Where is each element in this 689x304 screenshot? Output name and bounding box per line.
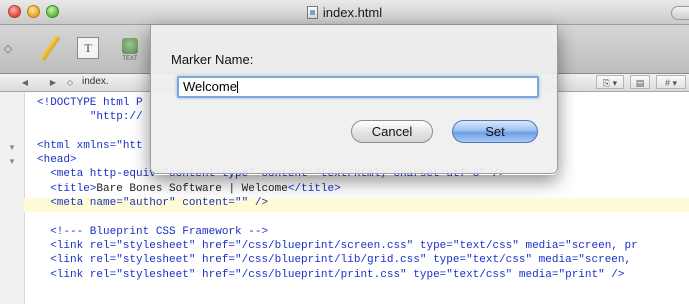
pencil-icon — [39, 34, 61, 62]
code-line[interactable]: <link rel="stylesheet" href="/css/bluepr… — [37, 239, 638, 253]
editor-window: index.html ◇ T TEXT ◀ ▶ ◇ index. ⎘ ▾ ▤ #… — [0, 0, 689, 304]
code-line[interactable] — [37, 210, 638, 224]
function-menu-button[interactable]: # ▾ — [656, 75, 686, 89]
text-format-icon: T — [77, 37, 99, 59]
text-cursor — [236, 81, 238, 93]
code-token: <meta name="author" content="" /> — [50, 197, 269, 210]
code-line[interactable]: <meta name="author" content="" /> — [37, 196, 638, 210]
code-token: <link rel="stylesheet" href="/css/bluepr… — [50, 268, 625, 281]
code-line[interactable]: <link rel="stylesheet" href="/css/bluepr… — [37, 268, 638, 282]
clipping-image-icon — [122, 38, 138, 54]
editor-gutter: ▼ ▼ — [0, 92, 25, 304]
document-icon — [306, 5, 318, 19]
marker-name-dialog: Marker Name: Welcome Cancel Set — [150, 25, 558, 174]
marker-name-input[interactable]: Welcome — [177, 76, 539, 98]
back-arrow-icon: ◀ — [21, 78, 29, 87]
diamond-icon: ◇ — [3, 42, 13, 55]
code-token: <link rel="stylesheet" href="/css/bluepr… — [50, 239, 638, 252]
code-token: <!--- Blueprint CSS Framework --> — [50, 225, 269, 238]
cancel-button[interactable]: Cancel — [351, 120, 433, 143]
toolbar-overflow-icon[interactable]: ◇ — [0, 33, 16, 63]
marker-name-value: Welcome — [183, 79, 237, 94]
back-button[interactable]: ◀ — [18, 76, 32, 89]
code-token: <title> — [50, 182, 97, 195]
counterpart-icon: ⎘ ▾ — [602, 78, 618, 88]
text-format-label: T — [84, 40, 92, 55]
pencil-tool-button[interactable] — [36, 33, 64, 63]
code-token: <link rel="stylesheet" href="/css/bluepr… — [50, 254, 632, 267]
toolbar-toggle-button[interactable] — [671, 6, 689, 20]
hash-icon: # ▾ — [664, 78, 678, 88]
forward-arrow-icon: ▶ — [49, 78, 57, 87]
code-token: <html xmlns="htt — [37, 139, 143, 152]
title-bar: index.html — [0, 0, 689, 25]
document-path-label[interactable]: index. — [82, 76, 109, 87]
split-view-icon: ▤ — [635, 78, 645, 88]
diamond-icon: ◇ — [66, 78, 74, 87]
code-token: Bare Bones Software | Welcome — [96, 182, 288, 195]
marker-name-label: Marker Name: — [171, 52, 254, 67]
code-token: "http:// — [89, 111, 143, 124]
set-button[interactable]: Set — [452, 120, 538, 143]
counterpart-menu-button[interactable]: ⎘ ▾ — [596, 75, 624, 89]
window-title: index.html — [322, 4, 383, 20]
split-view-button[interactable]: ▤ — [630, 75, 650, 89]
fold-arrow-icon[interactable]: ▼ — [8, 143, 16, 152]
fold-arrow-icon[interactable]: ▼ — [8, 157, 16, 166]
text-clipping-icon: TEXT — [119, 34, 141, 62]
text-tool-button[interactable]: T — [74, 33, 102, 63]
text-clipping-button[interactable]: TEXT — [116, 33, 144, 63]
code-token: <!DOCTYPE html P — [37, 97, 143, 109]
window-title-area: index.html — [0, 0, 689, 24]
forward-button[interactable]: ▶ — [46, 76, 60, 89]
code-token: </title> — [287, 182, 341, 195]
code-token: <head> — [37, 154, 77, 167]
document-menu-button[interactable]: ◇ — [64, 76, 76, 89]
code-line[interactable]: <link rel="stylesheet" href="/css/bluepr… — [37, 253, 638, 267]
text-clipping-label: TEXT — [122, 56, 138, 62]
code-line[interactable]: <title>Bare Bones Software | Welcome</ti… — [37, 182, 638, 196]
code-line[interactable]: <!--- Blueprint CSS Framework --> — [37, 225, 638, 239]
